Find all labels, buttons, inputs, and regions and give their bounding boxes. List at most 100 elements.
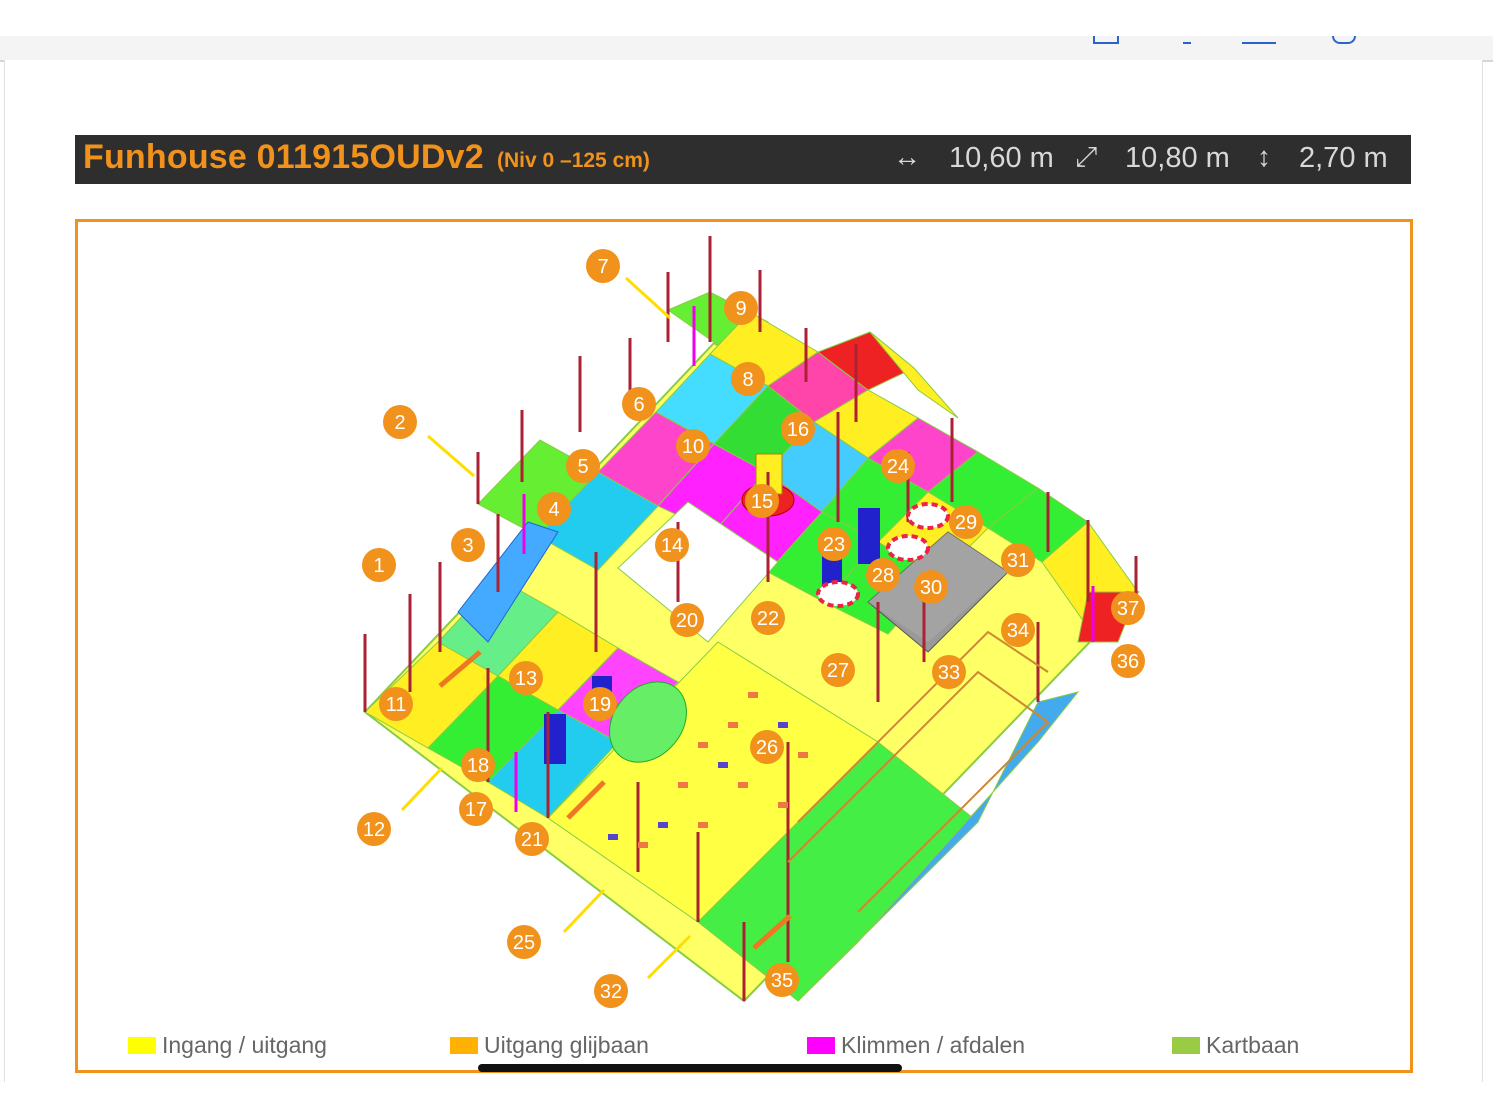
marker-3: 3 [451,528,485,562]
top-strip [0,0,1493,38]
marker-22: 22 [751,601,785,635]
marker-16: 16 [781,412,815,446]
legend-item-klimmen: Klimmen / afdalen [807,1032,1025,1058]
vertical-arrow-icon: ↕ [1257,141,1271,172]
marker-14: 14 [655,528,689,562]
marker-23: 23 [817,527,851,561]
legend-item-uitgang-glijbaan: Uitgang glijbaan [450,1032,649,1058]
marker-label: 26 [756,737,778,759]
marker-label: 37 [1117,598,1139,620]
marker-label: 36 [1117,651,1139,673]
marker-label: 9 [735,298,746,320]
marker-21: 21 [515,822,549,856]
legend-swatch [128,1036,156,1054]
browser-toolbar [0,36,1493,62]
home-indicator [478,1064,902,1072]
page-subtitle: (Niv 0 –125 cm) [497,149,650,172]
floor-plan-diagram: 1 2 3 4 5 6 7 8 9 10 11 12 13 14 15 16 17 18 19 20 21 22 23 24 2… [75,219,1413,1024]
marker-label: 17 [465,799,487,821]
marker-20: 20 [670,603,704,637]
marker-28: 28 [866,558,900,592]
marker-label: 10 [682,436,704,458]
marker-label: 1 [373,555,384,577]
marker-5: 5 [566,449,600,483]
marker-12: 12 [357,812,391,846]
marker-36: 36 [1111,644,1145,678]
book-icon[interactable] [1242,36,1276,44]
marker-label: 6 [633,394,644,416]
marker-label: 33 [938,662,960,684]
legend-swatch [807,1036,835,1054]
marker-label: 31 [1007,550,1029,572]
marker-label: 5 [577,456,588,478]
tabs-icon[interactable] [1332,36,1356,44]
blue-pillar [858,508,880,564]
legend-label: Klimmen / afdalen [841,1031,1026,1058]
search-icon[interactable] [1183,36,1191,44]
diagonal-arrow-icon: ⤢ [1075,141,1098,172]
marker-32: 32 [594,974,628,1008]
legend-item-kartbaan: Kartbaan [1172,1032,1299,1058]
marker-label: 13 [515,668,537,690]
marker-label: 28 [872,565,894,587]
horizontal-arrow-icon: ↔ [893,141,921,172]
marker-6: 6 [622,387,656,421]
legend-label: Ingang / uitgang [162,1031,327,1058]
marker-11: 11 [379,687,413,721]
marker-30: 30 [914,570,948,604]
marker-label: 30 [920,577,942,599]
legend-swatch [450,1036,478,1054]
marker-4: 4 [537,492,571,526]
marker-label: 3 [462,535,473,557]
marker-35: 35 [765,963,799,997]
marker-26: 26 [750,730,784,764]
marker-label: 2 [394,412,405,434]
marker-label: 18 [467,755,489,777]
marker-24: 24 [881,449,915,483]
marker-17: 17 [459,792,493,826]
isometric-playground-illustration: 1234567891011121314151617181920212223242… [357,236,1145,1008]
marker-25: 25 [507,925,541,959]
marker-label: 11 [386,694,407,716]
marker-label: 21 [521,829,543,851]
marker-label: 35 [771,970,793,992]
marker-7: 7 [586,249,620,283]
marker-label: 24 [887,456,909,478]
marker-label: 19 [589,694,611,716]
marker-8: 8 [731,362,765,396]
marker-27: 27 [821,653,855,687]
marker-29: 29 [949,505,983,539]
marker-label: 25 [513,932,535,954]
marker-label: 12 [363,819,385,841]
marker-37: 37 [1111,591,1145,625]
height-value: 2,70 m [1299,142,1388,174]
marker-9: 9 [724,291,758,325]
width-value: 10,60 m [949,142,1054,174]
share-icon[interactable] [1093,36,1119,44]
marker-label: 15 [751,491,773,513]
legend-label: Uitgang glijbaan [484,1031,649,1058]
marker-10: 10 [676,429,710,463]
marker-label: 27 [827,660,849,682]
legend-item-ingang: Ingang / uitgang [128,1032,327,1058]
page-title: Funhouse 011915OUDv2 [83,138,484,176]
marker-2: 2 [383,405,417,439]
marker-label: 34 [1007,620,1029,642]
marker-1: 1 [362,548,396,582]
marker-31: 31 [1001,543,1035,577]
marker-19: 19 [583,687,617,721]
marker-label: 16 [787,419,809,441]
marker-label: 29 [955,512,977,534]
marker-label: 4 [548,499,559,521]
marker-label: 22 [757,608,779,630]
legend-swatch [1172,1036,1200,1054]
marker-label: 8 [742,369,753,391]
marker-15: 15 [745,484,779,518]
marker-34: 34 [1001,613,1035,647]
marker-label: 14 [661,535,683,557]
marker-label: 20 [676,610,698,632]
marker-label: 32 [600,981,622,1003]
legend-label: Kartbaan [1206,1031,1300,1058]
marker-18: 18 [461,748,495,782]
marker-label: 7 [597,256,608,278]
